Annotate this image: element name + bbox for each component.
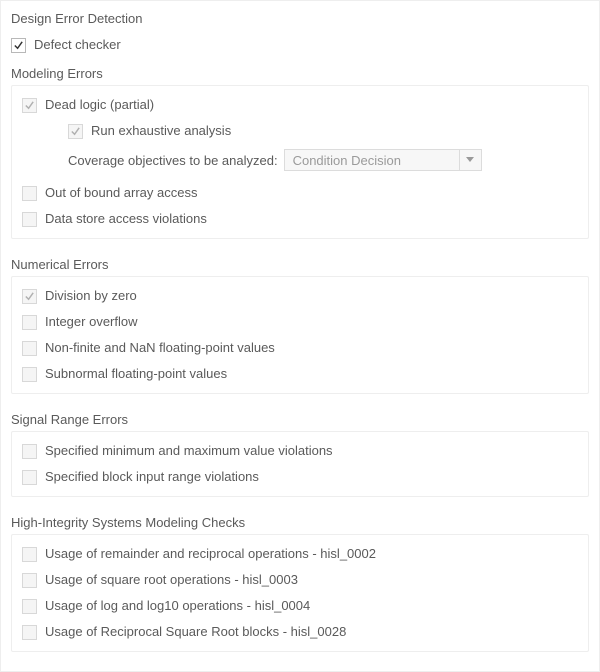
hisl-0002-row: Usage of remainder and reciprocal operat… bbox=[12, 541, 588, 567]
integer-overflow-checkbox bbox=[22, 315, 37, 330]
hisl-0004-row: Usage of log and log10 operations - hisl… bbox=[12, 593, 588, 619]
design-error-detection-panel: Design Error Detection Defect checker Mo… bbox=[0, 0, 600, 672]
coverage-objectives-value: Condition Decision bbox=[284, 149, 460, 171]
run-exhaustive-row: Run exhaustive analysis bbox=[12, 118, 588, 144]
defect-checker-row: Defect checker bbox=[1, 32, 599, 58]
hisl-0004-label: Usage of log and log10 operations - hisl… bbox=[45, 598, 310, 614]
check-icon bbox=[70, 126, 81, 137]
hisl-0003-checkbox bbox=[22, 573, 37, 588]
coverage-objectives-label: Coverage objectives to be analyzed: bbox=[68, 153, 278, 168]
minmax-label: Specified minimum and maximum value viol… bbox=[45, 443, 333, 459]
hisl-0002-label: Usage of remainder and reciprocal operat… bbox=[45, 546, 376, 562]
hisl-0004-checkbox bbox=[22, 599, 37, 614]
hisl-0002-checkbox bbox=[22, 547, 37, 562]
run-exhaustive-label: Run exhaustive analysis bbox=[91, 123, 231, 139]
modeling-errors-title: Modeling Errors bbox=[1, 58, 599, 85]
hisl-0028-row: Usage of Reciprocal Square Root blocks -… bbox=[12, 619, 588, 645]
hism-checks-title: High-Integrity Systems Modeling Checks bbox=[1, 507, 599, 534]
numerical-errors-title: Numerical Errors bbox=[1, 249, 599, 276]
out-of-bound-label: Out of bound array access bbox=[45, 185, 197, 201]
integer-overflow-row: Integer overflow bbox=[12, 309, 588, 335]
nonfinite-row: Non-finite and NaN floating-point values bbox=[12, 335, 588, 361]
defect-checker-label: Defect checker bbox=[34, 37, 121, 53]
coverage-objectives-select: Condition Decision bbox=[284, 149, 482, 171]
run-exhaustive-checkbox bbox=[68, 124, 83, 139]
out-of-bound-row: Out of bound array access bbox=[12, 180, 588, 206]
hism-checks-group: Usage of remainder and reciprocal operat… bbox=[11, 534, 589, 652]
blockin-label: Specified block input range violations bbox=[45, 469, 259, 485]
subnormal-label: Subnormal floating-point values bbox=[45, 366, 227, 382]
nonfinite-checkbox bbox=[22, 341, 37, 356]
numerical-errors-group: Division by zero Integer overflow Non-fi… bbox=[11, 276, 589, 394]
signal-range-errors-title: Signal Range Errors bbox=[1, 404, 599, 431]
signal-range-errors-group: Specified minimum and maximum value viol… bbox=[11, 431, 589, 497]
integer-overflow-label: Integer overflow bbox=[45, 314, 138, 330]
blockin-row: Specified block input range violations bbox=[12, 464, 588, 490]
dead-logic-checkbox bbox=[22, 98, 37, 113]
hisl-0003-row: Usage of square root operations - hisl_0… bbox=[12, 567, 588, 593]
division-by-zero-checkbox bbox=[22, 289, 37, 304]
check-icon bbox=[24, 291, 35, 302]
modeling-errors-group: Dead logic (partial) Run exhaustive anal… bbox=[11, 85, 589, 239]
dead-logic-label: Dead logic (partial) bbox=[45, 97, 154, 113]
subnormal-checkbox bbox=[22, 367, 37, 382]
coverage-objectives-row: Coverage objectives to be analyzed: Cond… bbox=[12, 144, 588, 176]
data-store-checkbox bbox=[22, 212, 37, 227]
division-by-zero-label: Division by zero bbox=[45, 288, 137, 304]
out-of-bound-checkbox bbox=[22, 186, 37, 201]
defect-checker-checkbox[interactable] bbox=[11, 38, 26, 53]
check-icon bbox=[13, 40, 24, 51]
check-icon bbox=[24, 100, 35, 111]
blockin-checkbox bbox=[22, 470, 37, 485]
minmax-checkbox bbox=[22, 444, 37, 459]
hisl-0028-checkbox bbox=[22, 625, 37, 640]
nonfinite-label: Non-finite and NaN floating-point values bbox=[45, 340, 275, 356]
minmax-row: Specified minimum and maximum value viol… bbox=[12, 438, 588, 464]
dead-logic-row: Dead logic (partial) bbox=[12, 92, 588, 118]
hisl-0003-label: Usage of square root operations - hisl_0… bbox=[45, 572, 298, 588]
subnormal-row: Subnormal floating-point values bbox=[12, 361, 588, 387]
data-store-row: Data store access violations bbox=[12, 206, 588, 232]
chevron-down-icon bbox=[466, 157, 474, 163]
division-by-zero-row: Division by zero bbox=[12, 283, 588, 309]
data-store-label: Data store access violations bbox=[45, 211, 207, 227]
panel-title: Design Error Detection bbox=[1, 1, 599, 32]
coverage-objectives-dropdown-button bbox=[460, 149, 482, 171]
hisl-0028-label: Usage of Reciprocal Square Root blocks -… bbox=[45, 624, 346, 640]
